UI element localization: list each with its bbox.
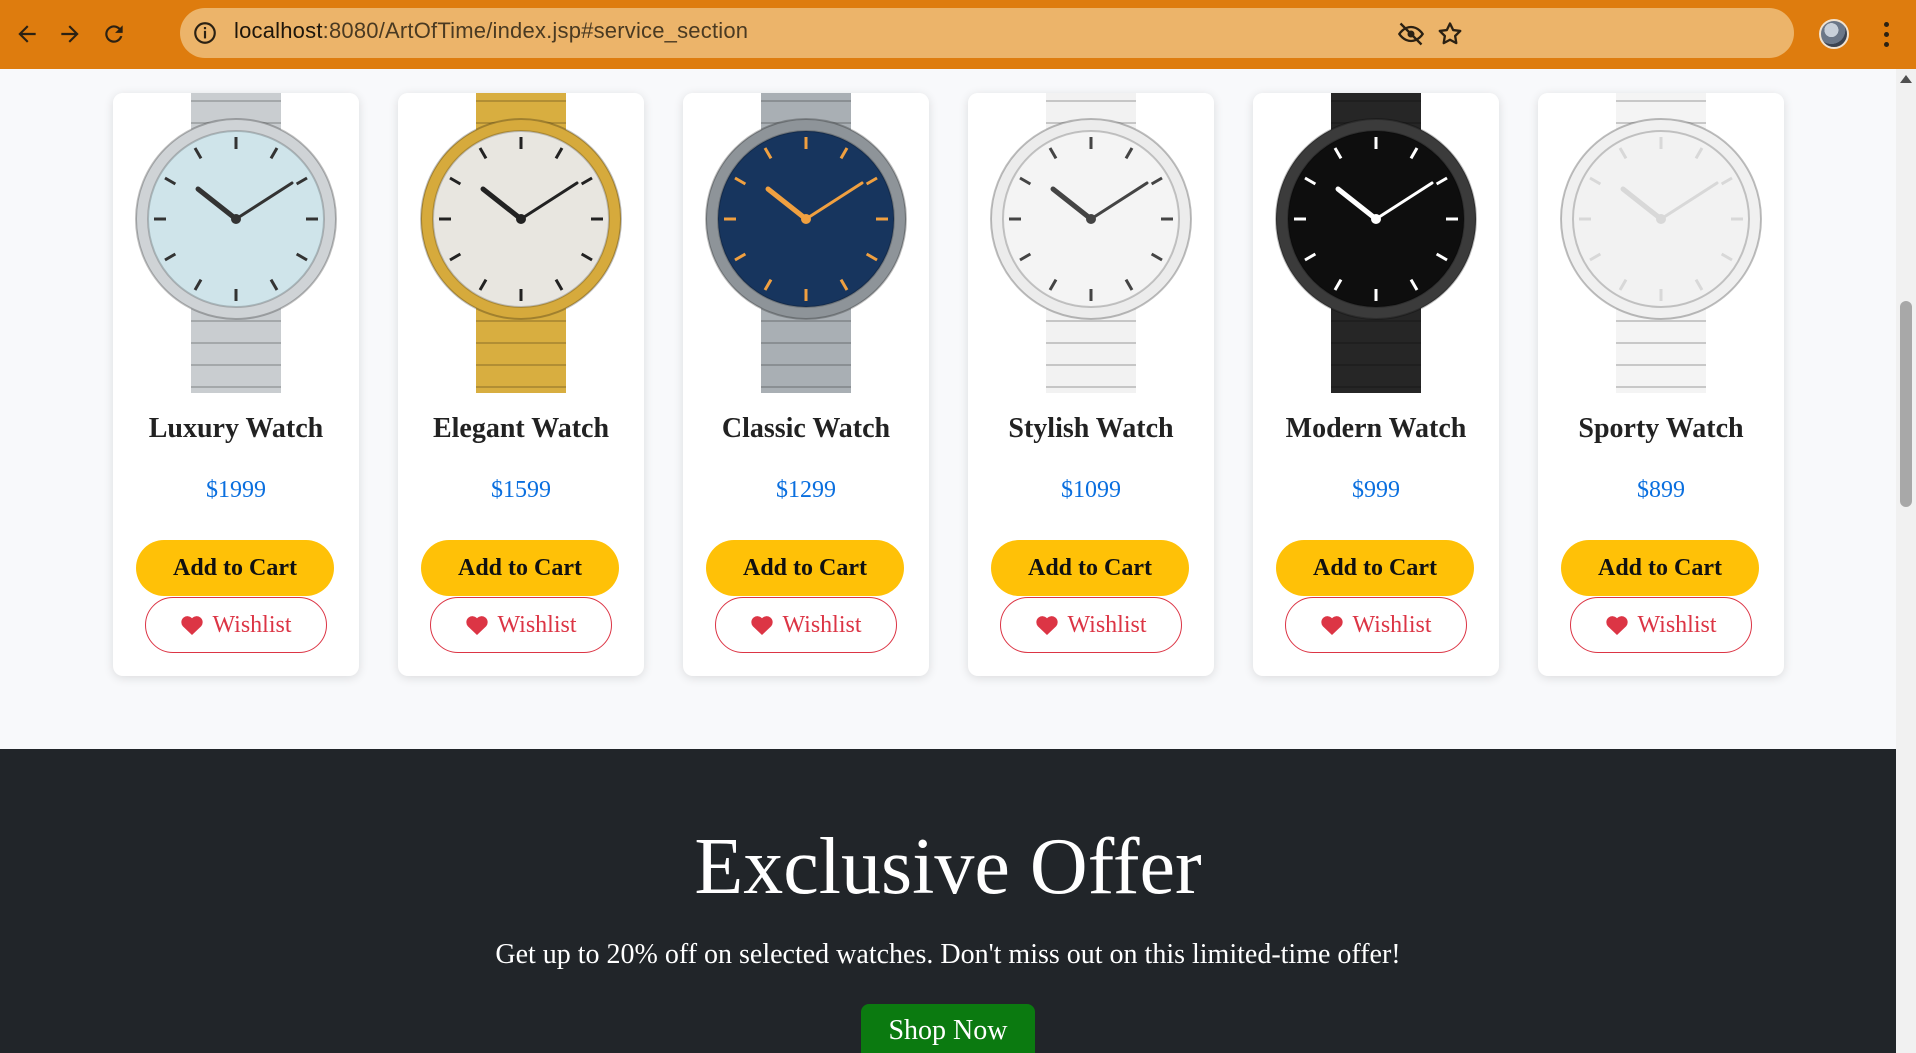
add-to-cart-button[interactable]: Add to Cart [991, 540, 1189, 596]
product-card: Sporty Watch $899 Add to Cart Wishlist [1538, 93, 1784, 676]
add-to-cart-button[interactable]: Add to Cart [1276, 540, 1474, 596]
product-grid: Luxury Watch $1999 Add to Cart Wishlist … [0, 69, 1896, 749]
product-card: Classic Watch $1299 Add to Cart Wishlist [683, 93, 929, 676]
back-arrow-icon[interactable] [10, 17, 44, 51]
product-card: Luxury Watch $1999 Add to Cart Wishlist [113, 93, 359, 676]
wishlist-button[interactable]: Wishlist [1285, 597, 1467, 653]
scroll-up-arrow-icon[interactable] [1900, 75, 1912, 83]
heart-icon [1036, 616, 1059, 635]
product-card: Elegant Watch $1599 Add to Cart Wishlist [398, 93, 644, 676]
heart-icon [1606, 616, 1629, 635]
wishlist-button[interactable]: Wishlist [1000, 597, 1182, 653]
heart-icon [751, 616, 774, 635]
product-price: $1599 [491, 477, 551, 503]
product-image[interactable] [683, 93, 929, 393]
product-price: $1099 [1061, 477, 1121, 503]
exclusive-offer-section: Exclusive Offer Get up to 20% off on sel… [0, 749, 1896, 1053]
offer-title: Exclusive Offer [694, 823, 1202, 911]
wishlist-label: Wishlist [1637, 611, 1717, 638]
product-card: Modern Watch $999 Add to Cart Wishlist [1253, 93, 1499, 676]
add-to-cart-button[interactable]: Add to Cart [1561, 540, 1759, 596]
product-title: Sporty Watch [1578, 413, 1744, 444]
wishlist-button[interactable]: Wishlist [1570, 597, 1752, 653]
browser-toolbar: localhost:8080/ArtOfTime/index.jsp#servi… [0, 0, 1916, 69]
wishlist-label: Wishlist [212, 611, 292, 638]
address-bar[interactable]: localhost:8080/ArtOfTime/index.jsp#servi… [180, 8, 1794, 58]
page-scrollbar[interactable] [1896, 69, 1916, 1053]
wishlist-label: Wishlist [782, 611, 862, 638]
add-to-cart-button[interactable]: Add to Cart [706, 540, 904, 596]
more-vert-icon[interactable] [1876, 17, 1896, 51]
product-title: Stylish Watch [1008, 413, 1174, 444]
wishlist-button[interactable]: Wishlist [430, 597, 612, 653]
heart-icon [466, 616, 489, 635]
site-info-icon[interactable] [192, 20, 218, 46]
product-image[interactable] [1538, 93, 1784, 393]
heart-icon [181, 616, 204, 635]
product-title: Luxury Watch [148, 413, 324, 444]
product-price: $1999 [206, 477, 266, 503]
product-title: Elegant Watch [432, 413, 610, 444]
product-image[interactable] [968, 93, 1214, 393]
product-title: Modern Watch [1285, 413, 1467, 444]
star-icon[interactable] [1436, 20, 1464, 48]
product-title: Classic Watch [721, 413, 891, 444]
product-price: $899 [1637, 477, 1685, 503]
wishlist-button[interactable]: Wishlist [145, 597, 327, 653]
product-image[interactable] [398, 93, 644, 393]
product-card: Stylish Watch $1099 Add to Cart Wishlist [968, 93, 1214, 676]
wishlist-label: Wishlist [1067, 611, 1147, 638]
product-image[interactable] [1253, 93, 1499, 393]
profile-avatar[interactable] [1819, 19, 1849, 49]
add-to-cart-button[interactable]: Add to Cart [421, 540, 619, 596]
product-image[interactable] [113, 93, 359, 393]
product-price: $999 [1352, 477, 1400, 503]
shop-now-button[interactable]: Shop Now [861, 1004, 1035, 1053]
scroll-thumb[interactable] [1900, 301, 1912, 507]
wishlist-label: Wishlist [497, 611, 577, 638]
reload-icon[interactable] [97, 17, 131, 51]
forward-arrow-icon[interactable] [53, 17, 87, 51]
wishlist-button[interactable]: Wishlist [715, 597, 897, 653]
product-price: $1299 [776, 477, 836, 503]
url-text[interactable]: localhost:8080/ArtOfTime/index.jsp#servi… [234, 18, 748, 44]
heart-icon [1321, 616, 1344, 635]
eye-off-icon[interactable] [1397, 20, 1425, 48]
offer-subtitle: Get up to 20% off on selected watches. D… [495, 939, 1401, 970]
add-to-cart-button[interactable]: Add to Cart [136, 540, 334, 596]
wishlist-label: Wishlist [1352, 611, 1432, 638]
